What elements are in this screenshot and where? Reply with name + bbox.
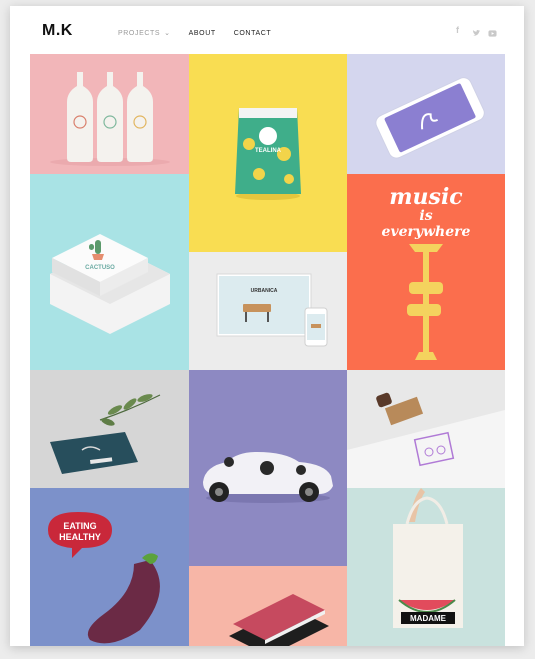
- site-logo[interactable]: M.K: [42, 22, 73, 40]
- portfolio-item-tealina-pouch[interactable]: TEALINA: [189, 54, 347, 252]
- madame-label: MADAME: [410, 614, 447, 623]
- portfolio-item-business-card[interactable]: [30, 370, 189, 488]
- main-nav: PROJECTS ⌄ ABOUT CONTACT: [118, 29, 289, 38]
- nav-about[interactable]: ABOUT: [189, 29, 216, 37]
- portfolio-item-urbanica-web[interactable]: URBANICA: [189, 252, 347, 370]
- portfolio-item-car-wrap[interactable]: [189, 370, 347, 566]
- portfolio-item-phone-app[interactable]: [347, 54, 505, 174]
- portfolio-item-eating-healthy[interactable]: EATING HEALTHY: [30, 488, 189, 646]
- nav-projects-label: PROJECTS: [118, 29, 161, 37]
- portfolio-item-books[interactable]: [189, 566, 347, 646]
- urbanica-label: URBANICA: [251, 288, 278, 294]
- portfolio-item-music-poster[interactable]: music is everywhere: [347, 174, 505, 370]
- nav-about-label: ABOUT: [188, 29, 216, 37]
- portfolio-grid: CACTUSO EATING HEALTHY TEALINA URBANICA …: [30, 54, 505, 646]
- music-poster-line-1: music: [389, 184, 463, 210]
- music-poster-line-2: is: [419, 208, 432, 224]
- eating-healthy-line-2: HEALTHY: [59, 532, 101, 542]
- portfolio-item-stamp[interactable]: [347, 370, 505, 488]
- chevron-down-icon: ⌄: [164, 30, 171, 37]
- nav-projects[interactable]: PROJECTS ⌄: [118, 29, 171, 38]
- nav-contact[interactable]: CONTACT: [234, 29, 272, 37]
- facebook-icon[interactable]: f: [456, 25, 459, 35]
- site-header: M.K PROJECTS ⌄ ABOUT CONTACT f: [10, 6, 524, 58]
- twitter-icon[interactable]: [472, 25, 481, 43]
- browser-frame: M.K PROJECTS ⌄ ABOUT CONTACT f CACTUSO E…: [10, 6, 524, 646]
- portfolio-item-cactuso-box[interactable]: CACTUSO: [30, 174, 189, 370]
- portfolio-item-madame-tote[interactable]: MADAME: [347, 488, 505, 646]
- youtube-icon[interactable]: [488, 25, 497, 43]
- tealina-label: TEALINA: [255, 148, 282, 154]
- music-poster-line-3: everywhere: [382, 224, 471, 240]
- nav-contact-label: CONTACT: [233, 29, 272, 37]
- eating-healthy-line-1: EATING: [63, 521, 96, 531]
- cactuso-label: CACTUSO: [85, 265, 115, 271]
- portfolio-item-wine-bottles[interactable]: [30, 54, 189, 174]
